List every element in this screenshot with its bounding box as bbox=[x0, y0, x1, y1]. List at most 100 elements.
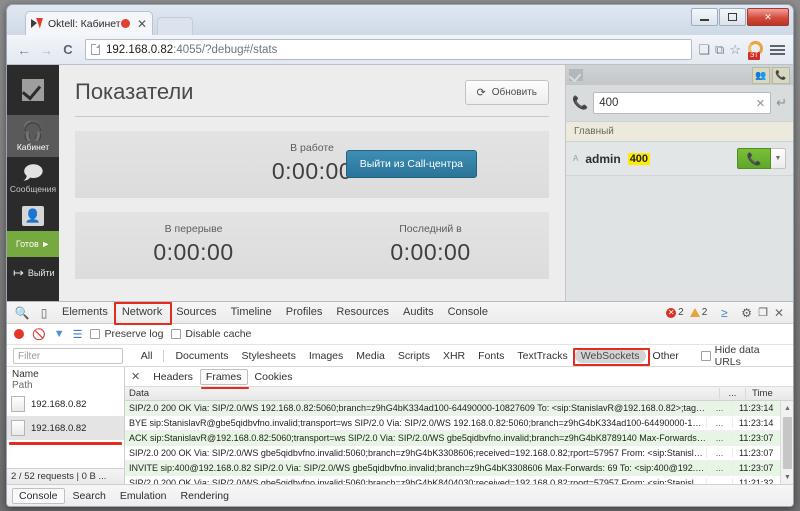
error-count-badge[interactable]: ✕ 2 bbox=[666, 307, 684, 318]
close-detail-icon[interactable]: ✕ bbox=[131, 370, 140, 383]
requests-status-bar: 2 / 52 requests | 0 B ... bbox=[7, 468, 124, 484]
tab-timeline[interactable]: Timeline bbox=[224, 302, 279, 323]
preserve-log-checkbox[interactable]: Preserve log bbox=[90, 328, 163, 340]
filter-scripts[interactable]: Scripts bbox=[392, 349, 436, 363]
phone-search-input[interactable]: 400 ✕ bbox=[593, 92, 771, 114]
hide-data-urls-checkbox[interactable]: Hide data URLs bbox=[701, 344, 787, 368]
filter-all[interactable]: All bbox=[135, 349, 159, 363]
filter-media[interactable]: Media bbox=[350, 349, 391, 363]
enter-key-icon[interactable]: ↵ bbox=[776, 95, 787, 111]
resource-type-filters: All Documents Stylesheets Images Media S… bbox=[135, 349, 685, 363]
bookmark-star-icon[interactable]: ☆ bbox=[729, 42, 741, 58]
filter-input[interactable]: Filter bbox=[13, 348, 123, 364]
filter-images[interactable]: Images bbox=[303, 349, 349, 363]
subtab-cookies[interactable]: Cookies bbox=[250, 370, 298, 384]
devtools-drawer: Console Search Emulation Rendering bbox=[7, 484, 793, 506]
handset-icon: 📞 bbox=[572, 95, 588, 111]
frame-row[interactable]: SIP/2.0 200 OK Via: SIP/2.0/WS 192.168.0… bbox=[125, 401, 780, 416]
filter-stylesheets[interactable]: Stylesheets bbox=[236, 349, 302, 363]
close-window-button[interactable]: ✕ bbox=[747, 8, 789, 26]
inspect-element-icon[interactable]: 🔍 bbox=[11, 306, 33, 320]
new-tab-button[interactable] bbox=[157, 17, 193, 35]
frames-scrollbar[interactable]: ▲ ▼ bbox=[780, 401, 793, 484]
frame-row[interactable]: ACK sip:StanislavR@192.168.0.82:5060;tra… bbox=[125, 431, 780, 446]
filter-websockets[interactable]: WebSockets bbox=[575, 349, 646, 363]
contact-number: 400 bbox=[628, 153, 650, 165]
tab-close-icon[interactable]: ✕ bbox=[137, 18, 147, 30]
scroll-up-icon[interactable]: ▲ bbox=[781, 401, 793, 415]
sidebar-item-profile[interactable]: 👤 bbox=[7, 199, 59, 231]
drawer-tab-console[interactable]: Console bbox=[12, 488, 65, 504]
frames-pane: ✕ Headers Frames Cookies Data ... Time S… bbox=[125, 367, 793, 484]
forward-icon[interactable]: → bbox=[35, 42, 57, 58]
logout-button[interactable]: ↦ Выйти bbox=[7, 257, 59, 289]
filter-documents[interactable]: Documents bbox=[169, 349, 234, 363]
stats-panel: Показатели ⟳ Обновить В работе 0:00:00 В… bbox=[75, 79, 549, 279]
drawer-tab-emulation[interactable]: Emulation bbox=[114, 489, 173, 503]
filter-xhr[interactable]: XHR bbox=[437, 349, 471, 363]
browser-tab[interactable]: Oktell: Кабинет ✕ bbox=[25, 11, 153, 35]
copy-icon[interactable]: ⧉ bbox=[715, 42, 724, 58]
contact-avatar: A bbox=[573, 154, 578, 163]
refresh-button[interactable]: ⟳ Обновить bbox=[465, 80, 550, 105]
dock-position-icon[interactable]: ❐ bbox=[758, 306, 768, 319]
scrollbar-thumb[interactable] bbox=[783, 417, 792, 469]
disable-cache-checkbox[interactable]: Disable cache bbox=[171, 328, 251, 340]
request-row[interactable]: 192.168.0.82 bbox=[7, 392, 124, 416]
tab-audits[interactable]: Audits bbox=[396, 302, 441, 323]
frame-row[interactable]: BYE sip:StanislavR@gbe5qidbvfno.invalid;… bbox=[125, 416, 780, 431]
minimize-button[interactable] bbox=[691, 8, 718, 26]
page-viewport: 🎧 Кабинет 🗩 Сообщения 👤 Готов ► ↦ Выйти bbox=[7, 65, 793, 301]
filter-funnel-icon[interactable]: ▼ bbox=[54, 328, 65, 340]
warning-count-badge[interactable]: 2 bbox=[690, 307, 708, 318]
leave-callcenter-button[interactable]: Выйти из Call-центра bbox=[346, 150, 477, 178]
sidebar-item-messages[interactable]: 🗩 Сообщения bbox=[7, 157, 59, 199]
screencast-icon[interactable]: ❏ bbox=[698, 42, 710, 58]
status-ready-button[interactable]: Готов ► bbox=[7, 231, 59, 257]
tab-console[interactable]: Console bbox=[441, 302, 495, 323]
maximize-button[interactable] bbox=[719, 8, 746, 26]
drawer-tab-rendering[interactable]: Rendering bbox=[175, 489, 235, 503]
reload-icon[interactable]: C bbox=[57, 42, 79, 57]
view-list-icon[interactable]: ☰ bbox=[73, 328, 83, 341]
frame-row[interactable]: SIP/2.0 200 OK Via: SIP/2.0/WS gbe5qidbv… bbox=[125, 476, 780, 484]
phone-icon[interactable]: 📞 bbox=[772, 67, 790, 84]
call-button[interactable]: 📞 bbox=[737, 148, 771, 169]
contact-row[interactable]: A admin 400 📞 ▼ bbox=[566, 142, 793, 176]
column-header-path: Path bbox=[12, 380, 119, 391]
chrome-menu-icon[interactable] bbox=[770, 43, 785, 57]
subtab-headers[interactable]: Headers bbox=[148, 370, 198, 384]
requests-list-pane: Name Path 192.168.0.82 192.168.0.82 bbox=[7, 367, 125, 484]
tab-resources[interactable]: Resources bbox=[329, 302, 396, 323]
requests-rows: 192.168.0.82 192.168.0.82 bbox=[7, 392, 124, 467]
scroll-down-icon[interactable]: ▼ bbox=[781, 470, 793, 484]
frame-time: 11:23:07 bbox=[732, 463, 780, 473]
frame-row[interactable]: INVITE sip:400@192.168.0.82 SIP/2.0 Via:… bbox=[125, 461, 780, 476]
frame-row[interactable]: SIP/2.0 200 OK Via: SIP/2.0/WS gbe5qidbv… bbox=[125, 446, 780, 461]
contact-list-empty-area bbox=[566, 176, 793, 301]
extension-icon[interactable]: ЭТ bbox=[746, 40, 765, 59]
filter-other[interactable]: Other bbox=[647, 349, 685, 363]
clear-search-icon[interactable]: ✕ bbox=[756, 97, 765, 110]
drawer-tab-search[interactable]: Search bbox=[67, 489, 112, 503]
filter-texttracks[interactable]: TextTracks bbox=[511, 349, 573, 363]
contacts-icon[interactable]: 👥 bbox=[752, 67, 770, 84]
sidebar-item-kabinet[interactable]: 🎧 Кабинет bbox=[7, 115, 59, 157]
address-bar[interactable]: 192.168.0.82:4055/?debug#/stats bbox=[85, 39, 692, 60]
tab-profiles[interactable]: Profiles bbox=[279, 302, 330, 323]
devtools-close-icon[interactable]: ✕ bbox=[774, 306, 784, 320]
tab-elements[interactable]: Elements bbox=[55, 302, 115, 323]
drawer-toggle-icon[interactable]: ≥ bbox=[713, 306, 735, 320]
subtab-frames[interactable]: Frames bbox=[200, 369, 248, 385]
filter-fonts[interactable]: Fonts bbox=[472, 349, 510, 363]
gear-icon[interactable]: ⚙ bbox=[741, 306, 752, 320]
back-icon[interactable]: ← bbox=[13, 42, 35, 58]
record-button-icon[interactable] bbox=[14, 329, 24, 339]
tab-sources[interactable]: Sources bbox=[169, 302, 223, 323]
metric-break: В перерыве 0:00:00 bbox=[75, 223, 312, 266]
request-row-selected[interactable]: 192.168.0.82 bbox=[7, 416, 124, 440]
device-mode-icon[interactable]: ▯ bbox=[33, 306, 55, 320]
tab-network[interactable]: Network bbox=[115, 302, 169, 323]
call-options-chevron-down-icon[interactable]: ▼ bbox=[771, 148, 786, 169]
clear-icon[interactable]: 🚫 bbox=[32, 328, 46, 341]
